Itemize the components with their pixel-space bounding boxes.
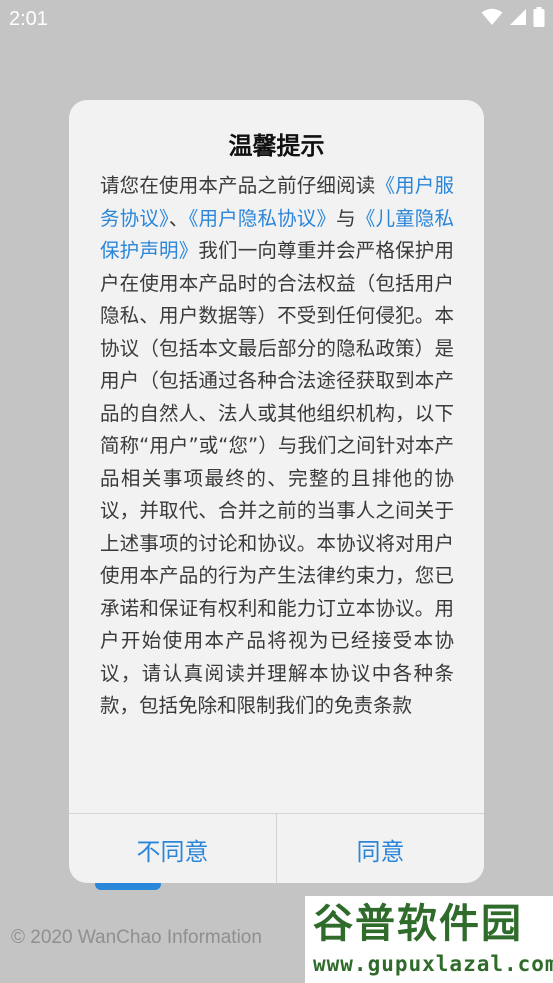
privacy-dialog: 温馨提示 请您在使用本产品之前仔细阅读《用户服务协议》、《用户隐私协议》与《儿童… <box>69 100 484 883</box>
separator-text: 与 <box>336 206 356 230</box>
dialog-footer: 不同意 同意 <box>69 813 484 883</box>
wifi-icon <box>481 8 503 30</box>
watermark: 谷普软件园 www.gupuxlazal.com <box>305 896 553 983</box>
dialog-body: 请您在使用本产品之前仔细阅读《用户服务协议》、《用户隐私协议》与《儿童隐私保护声… <box>100 170 454 723</box>
user-privacy-agreement-link[interactable]: 《用户隐私协议》 <box>189 207 337 230</box>
copyright-text: © 2020 WanChao Information <box>11 927 262 948</box>
watermark-logo: 谷普软件园 <box>313 901 523 947</box>
signal-icon <box>509 8 527 30</box>
disagree-button[interactable]: 不同意 <box>69 814 276 883</box>
status-bar: 2:01 <box>0 0 553 38</box>
separator-text: 、 <box>168 206 189 230</box>
screen: 2:01 © 2020 WanChao Information 温馨提示 请您在… <box>0 0 553 983</box>
dialog-intro-text: 请您在使用本产品之前仔细阅读 <box>100 174 376 197</box>
battery-icon <box>533 7 545 31</box>
status-time: 2:01 <box>9 8 48 30</box>
watermark-url: www.gupuxlazal.com <box>313 952 553 976</box>
status-icons <box>481 7 545 31</box>
agree-button[interactable]: 同意 <box>277 814 484 883</box>
dialog-title: 温馨提示 <box>228 132 325 160</box>
agreement-body-text: 我们一向尊重并会严格保护用户在使用本产品时的合法权益（包括用户隐私、用户数据等）… <box>100 239 454 717</box>
